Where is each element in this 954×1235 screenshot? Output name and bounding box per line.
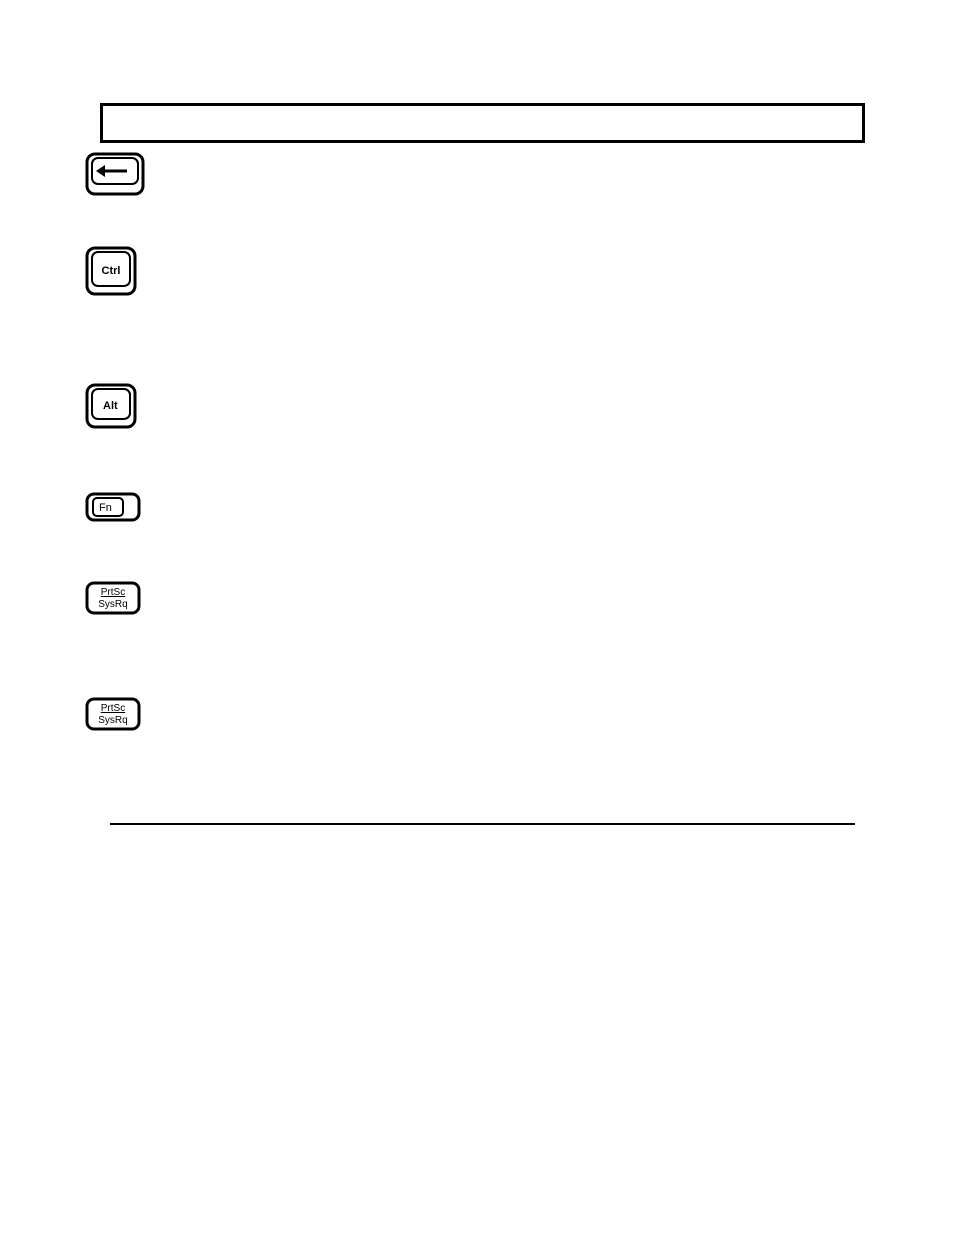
- key-ctrl: Ctrl: [85, 246, 137, 298]
- header-box: [100, 103, 865, 143]
- key-sysrq-label-1: SysRq: [98, 599, 127, 610]
- key-alt-label: Alt: [103, 400, 118, 412]
- key-fn-label: Fn: [99, 502, 112, 514]
- horizontal-rule: [110, 823, 855, 825]
- key-sysrq-label-2: SysRq: [98, 715, 127, 726]
- key-ctrl-label: Ctrl: [102, 265, 121, 277]
- key-fn: Fn: [85, 492, 141, 524]
- key-prtsc-sysrq-1: PrtSc SysRq: [85, 581, 141, 617]
- key-alt: Alt: [85, 383, 137, 431]
- key-backspace: [85, 152, 145, 198]
- key-prtsc-label-1: PrtSc: [101, 587, 125, 598]
- key-prtsc-sysrq-2: PrtSc SysRq: [85, 697, 141, 733]
- key-prtsc-label-2: PrtSc: [101, 703, 125, 714]
